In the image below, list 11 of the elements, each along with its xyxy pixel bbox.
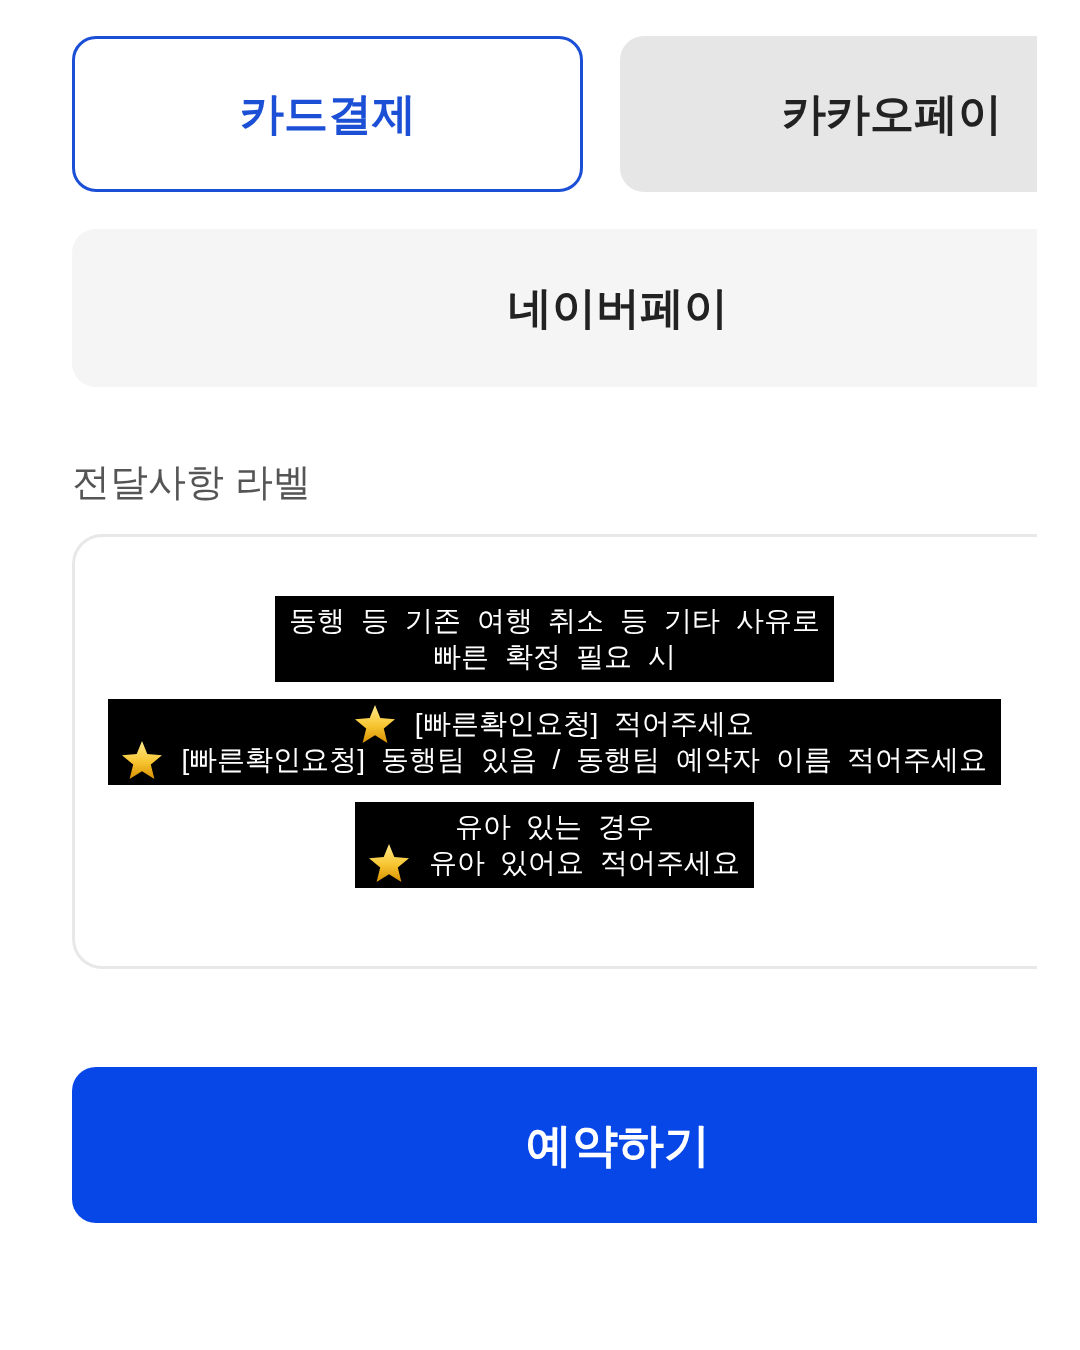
caption-text: [빠른확인요청] 동행팀 있음 / 동행팀 예약자 이름 적어주세요 <box>181 743 988 777</box>
caption-text: [빠른확인요청] 적어주세요 <box>414 707 755 741</box>
field-label: 전달사항 라벨 <box>72 460 311 505</box>
reserve-button[interactable]: 예약하기 <box>72 1067 1037 1223</box>
caption-text: 유아 있는 경우 <box>454 810 655 844</box>
payment-method-button[interactable]: 카카오페이 <box>620 36 1037 192</box>
caption-text: 동행 등 기존 여행 취소 등 기타 사유로 <box>289 604 820 638</box>
payment-method-button[interactable]: 카드결제 <box>72 36 583 192</box>
payment-method-button[interactable]: 네이버페이 <box>72 229 1037 387</box>
caption-text: 빠른 확정 필요 시 <box>432 640 677 674</box>
caption-text: 유아 있어요 적어주세요 <box>428 846 741 880</box>
